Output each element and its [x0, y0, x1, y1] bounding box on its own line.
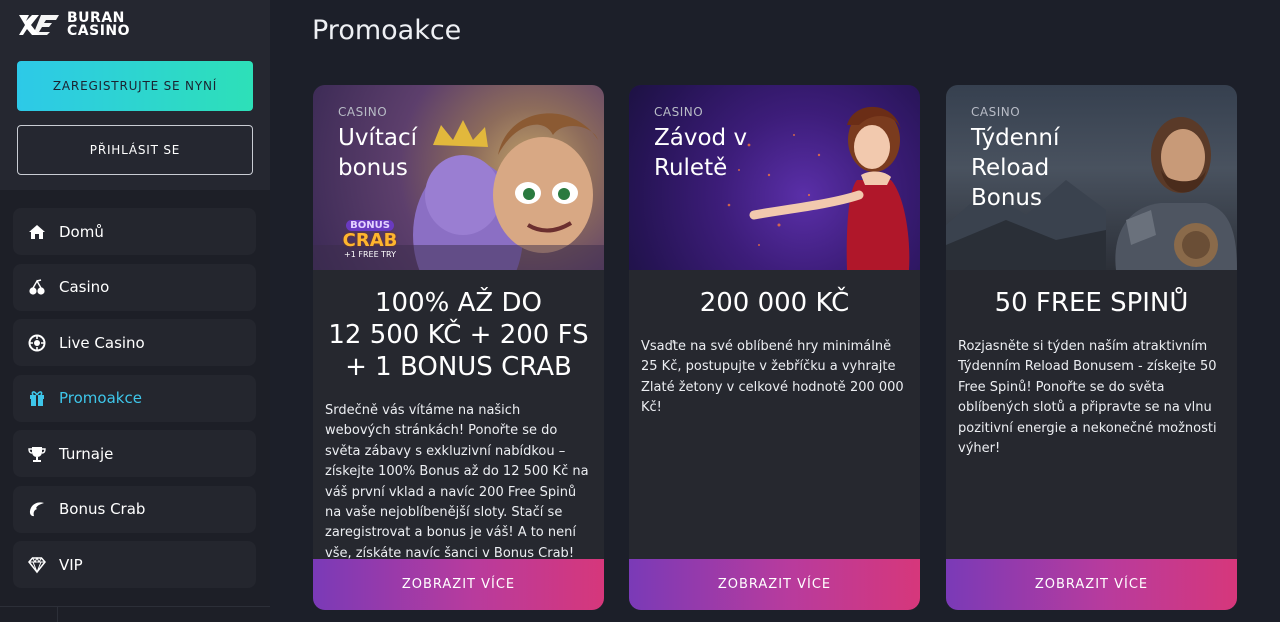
promo-image-title: Uvítací bonus: [338, 125, 417, 181]
register-button[interactable]: ZAREGISTRUJTE SE NYNÍ: [17, 61, 253, 111]
promo-headline: 100% AŽ DO 12 500 KČ + 200 FS + 1 BONUS …: [313, 287, 604, 383]
divider: [57, 607, 58, 622]
promo-headline: 200 000 KČ: [629, 287, 920, 319]
sidebar-nav: Domů Casino Live Casino Promoakce Turnaj…: [13, 208, 256, 597]
sidebar-item-promoakce[interactable]: Promoakce: [13, 374, 256, 422]
brand-monogram-icon: [19, 15, 59, 35]
sidebar-item-turnaje[interactable]: Turnaje: [13, 430, 256, 477]
sidebar-header: BURAN CASINO ZAREGISTRUJTE SE NYNÍ PŘIHL…: [0, 0, 270, 190]
sidebar-item-label: Bonus Crab: [59, 500, 146, 518]
brand-wordmark: BURAN CASINO: [67, 11, 131, 39]
headline-line: 50 FREE SPINŮ: [994, 288, 1189, 318]
sidebar-item-label: Domů: [59, 222, 104, 241]
crab-claw-icon: [28, 500, 46, 518]
headline-line: 100% AŽ DO: [375, 288, 542, 318]
sidebar-item-bonus-crab[interactable]: Bonus Crab: [13, 485, 256, 533]
home-icon: [28, 223, 46, 241]
promo-image-title: Týdenní Reload Bonus: [971, 125, 1060, 211]
sidebar-item-label: Casino: [59, 278, 110, 296]
sidebar-item-label: VIP: [59, 555, 83, 574]
promo-card: CASINO Závod v Ruletě 200 000 KČ Vsaďte …: [629, 85, 920, 610]
bonus-crab-badge: BONUS CRAB +1 FREE TRY: [335, 213, 405, 259]
show-more-button[interactable]: ZOBRAZIT VÍCE: [629, 559, 920, 610]
main-content: Promoakce BONUS CRAB +1 FREE TRY CASINO …: [270, 0, 1280, 622]
page-title: Promoakce: [312, 15, 462, 46]
sidebar-item-home[interactable]: Domů: [13, 208, 256, 255]
sidebar-item-label: Turnaje: [59, 444, 114, 463]
promo-image[interactable]: BONUS CRAB +1 FREE TRY CASINO Uvítací bo…: [313, 85, 604, 270]
promo-category: CASINO: [654, 105, 704, 119]
promo-image[interactable]: CASINO Závod v Ruletě: [629, 85, 920, 270]
brand-line-2: CASINO: [67, 23, 131, 39]
sidebar-item-vip[interactable]: VIP: [13, 541, 256, 588]
promo-image-title: Závod v Ruletě: [654, 125, 748, 181]
promo-card: CASINO Týdenní Reload Bonus 50 FREE SPIN…: [946, 85, 1237, 610]
show-more-button[interactable]: ZOBRAZIT VÍCE: [946, 559, 1237, 610]
headline-line: + 1 BONUS CRAB: [345, 352, 572, 382]
sidebar-item-casino[interactable]: Casino: [13, 263, 256, 311]
promo-description: Srdečně vás vítáme na našich webových st…: [325, 403, 589, 561]
brand-logo[interactable]: BURAN CASINO: [17, 11, 131, 39]
headline-line: 200 000 KČ: [699, 288, 850, 318]
sidebar-item-label: Live Casino: [59, 333, 145, 352]
show-more-button[interactable]: ZOBRAZIT VÍCE: [313, 559, 604, 610]
promo-category: CASINO: [971, 105, 1021, 119]
login-button[interactable]: PŘIHLÁSIT SE: [17, 125, 253, 175]
cherries-icon: [28, 278, 46, 296]
sidebar-footer: [0, 606, 270, 622]
roulette-icon: [28, 334, 46, 352]
promo-image[interactable]: CASINO Týdenní Reload Bonus: [946, 85, 1237, 270]
promo-headline: 50 FREE SPINŮ: [946, 287, 1237, 319]
promo-category: CASINO: [338, 105, 388, 119]
trophy-icon: [28, 445, 46, 463]
headline-line: 12 500 KČ + 200 FS: [328, 320, 589, 350]
diamond-icon: [28, 556, 46, 574]
promo-description: Rozjasněte si týden naším atraktivním Tý…: [958, 339, 1217, 457]
badge-line-2: CRAB: [342, 230, 398, 251]
gift-icon: [28, 389, 46, 407]
promo-description: Vsaďte na své oblíbené hry minimálně 25 …: [641, 339, 904, 416]
sidebar-item-label: Promoakce: [59, 389, 142, 407]
sidebar-item-live-casino[interactable]: Live Casino: [13, 319, 256, 366]
badge-line-3: +1 FREE TRY: [344, 250, 396, 259]
promo-card: BONUS CRAB +1 FREE TRY CASINO Uvítací bo…: [313, 85, 604, 610]
sidebar: BURAN CASINO ZAREGISTRUJTE SE NYNÍ PŘIHL…: [0, 0, 270, 622]
